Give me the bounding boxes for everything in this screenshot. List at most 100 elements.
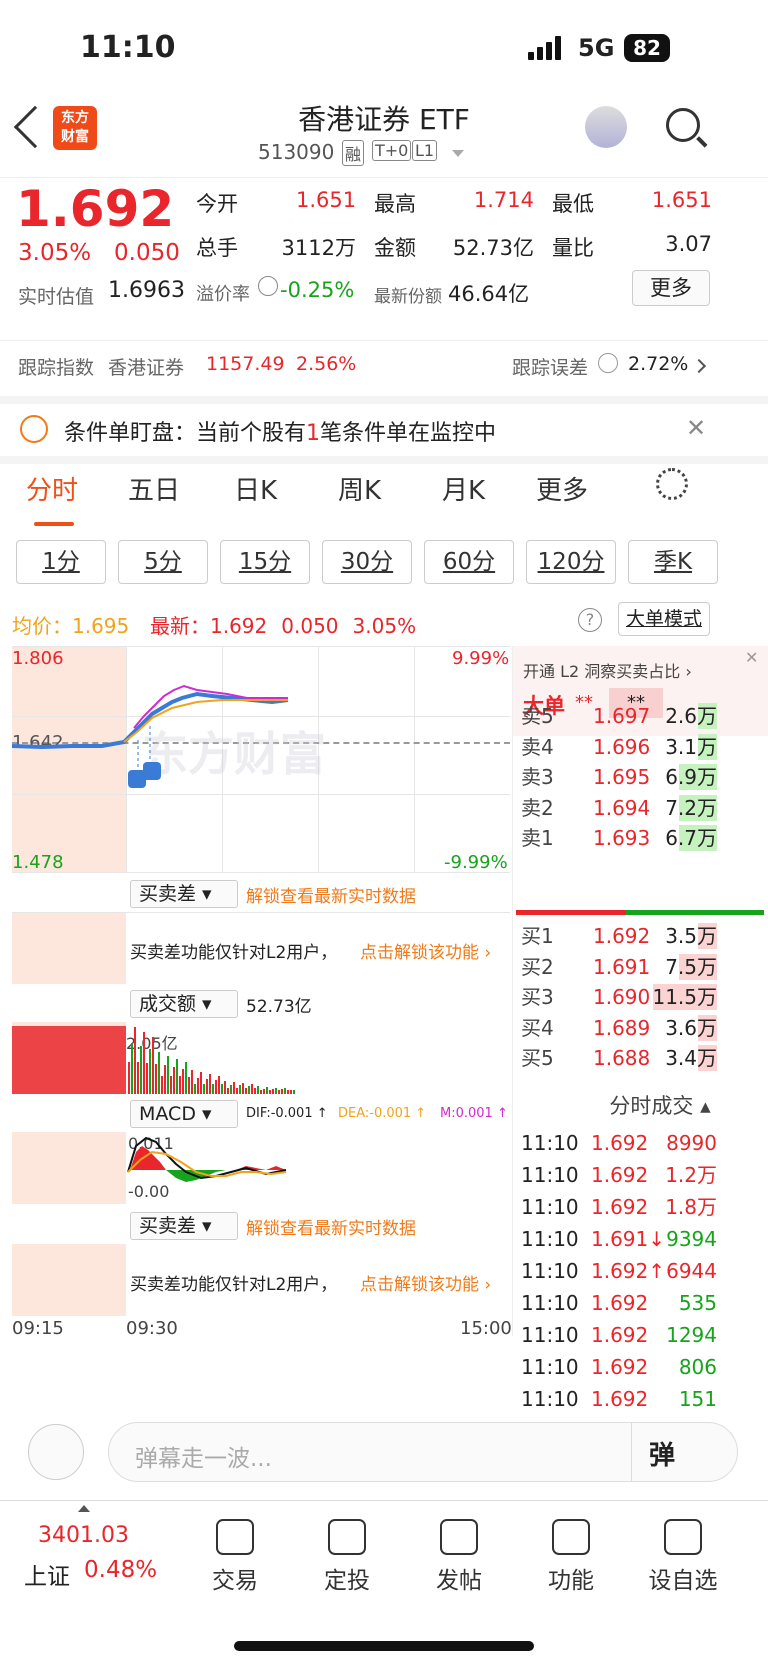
volume-bar <box>179 1076 181 1094</box>
volume-bar <box>167 1056 169 1094</box>
tick-row: 11:10 1.692 806 <box>521 1350 765 1384</box>
danmaku-settings-icon[interactable] <box>28 1424 84 1480</box>
period-4[interactable]: 60分 <box>424 540 514 584</box>
tab-1[interactable]: 五日 <box>128 470 180 507</box>
tab-2[interactable]: 日K <box>234 470 277 507</box>
nav-4[interactable]: 设自选 <box>638 1519 728 1595</box>
close-icon[interactable]: ✕ <box>745 648 758 667</box>
bids-row[interactable]: 买1 1.692 3.5万 <box>521 920 765 952</box>
tick-price: 1.692 <box>591 1163 649 1187</box>
share-value: 46.64亿 <box>448 282 530 306</box>
volume-bar <box>263 1089 265 1094</box>
auction-shade <box>12 1244 126 1316</box>
nav-label: 交易 <box>212 1568 258 1594</box>
nav-1[interactable]: 定投 <box>302 1519 392 1595</box>
amount-label: 金额 <box>374 236 416 260</box>
unlock-link[interactable]: 解锁查看最新实时数据 <box>246 882 416 907</box>
asks-row[interactable]: 卖4 1.696 3.1万 <box>521 731 765 763</box>
last-pct: 3.05% <box>352 614 417 638</box>
close-icon[interactable]: ✕ <box>686 414 706 442</box>
level-price: 1.689 <box>593 1015 651 1040</box>
buy-sell-ratio-green <box>626 910 764 915</box>
tick-time: 11:10 <box>521 1163 579 1187</box>
track-index-name[interactable]: 香港证券 <box>108 353 184 380</box>
l2-promo-text: 开通 L2 洞察买卖占比 › <box>523 662 692 681</box>
tick-volume: 1.2万 <box>665 1163 717 1187</box>
search-icon[interactable] <box>666 108 700 142</box>
high-label: 最高 <box>374 192 416 216</box>
nav-3[interactable]: 功能 <box>526 1519 616 1595</box>
tab-3[interactable]: 周K <box>338 470 381 507</box>
indicator-select-amount[interactable]: 成交额 ▾ <box>130 990 238 1018</box>
danmaku-input[interactable]: 弹幕走一波... 弹 <box>108 1422 738 1482</box>
gear-icon[interactable] <box>656 468 688 500</box>
help-icon[interactable]: ? <box>578 608 602 632</box>
macd-m: M:0.001 ↑ <box>440 1106 508 1121</box>
nav-0[interactable]: 交易 <box>190 1519 280 1595</box>
asks-row[interactable]: 卖1 1.693 6.7万 <box>521 822 765 854</box>
big-order-mode-button[interactable]: 大单模式 <box>618 602 710 636</box>
level-price: 1.697 <box>593 704 651 728</box>
bids-row[interactable]: 买2 1.691 7.5万 <box>521 951 765 983</box>
l2-unlock-link-2[interactable]: 点击解锁该功能 › <box>360 1270 491 1295</box>
volume-bar <box>236 1088 238 1094</box>
robot-assistant-icon[interactable] <box>585 106 627 148</box>
volume-bar <box>212 1084 214 1094</box>
level-volume: 3.1万 <box>665 734 717 759</box>
index-value[interactable]: 3401.03 <box>38 1523 129 1548</box>
more-button[interactable]: 更多 <box>632 270 710 306</box>
chevron-up-icon[interactable] <box>78 1505 90 1512</box>
tab-0[interactable]: 分时 <box>26 470 78 507</box>
danmaku-placeholder: 弹幕走一波... <box>135 1446 272 1472</box>
tab-4[interactable]: 月K <box>442 470 485 507</box>
volume-bar <box>230 1085 232 1094</box>
nav-icon-1 <box>328 1519 366 1555</box>
l2-unlock-link[interactable]: 点击解锁该功能 › <box>360 938 491 963</box>
danmaku-toggle-button[interactable]: 弹 <box>649 1435 675 1472</box>
bids-row[interactable]: 买5 1.688 3.4万 <box>521 1042 765 1074</box>
period-0[interactable]: 1分 <box>16 540 106 584</box>
trade-marker-s-icon[interactable] <box>143 762 161 780</box>
period-3[interactable]: 30分 <box>322 540 412 584</box>
nav-icon-4 <box>664 1519 702 1555</box>
volume-bar <box>164 1065 166 1094</box>
intraday-chart[interactable]: 1.806 1.642 1.478 9.99% -9.99% 东方财富 买卖差 … <box>12 646 512 1339</box>
tick-price: 1.692↑ <box>591 1259 666 1283</box>
indicator-select-spread[interactable]: 买卖差 ▾ <box>130 880 238 908</box>
chevron-right-icon[interactable] <box>691 358 707 374</box>
bids-row[interactable]: 买3 1.690 11.5万 <box>521 981 765 1013</box>
volume-bar <box>245 1088 247 1094</box>
bids-row[interactable]: 买4 1.689 3.6万 <box>521 1012 765 1044</box>
volume-bar <box>137 1062 139 1094</box>
stock-code: 513090 <box>258 140 335 164</box>
asks-row[interactable]: 卖2 1.694 7.2万 <box>521 792 765 824</box>
condition-order-banner[interactable]: 条件单盯盘：当前个股有1笔条件单在监控中 ✕ <box>0 396 768 464</box>
tick-price: 1.692 <box>591 1355 649 1379</box>
low-label: 最低 <box>552 192 594 216</box>
indicator-select-spread-2[interactable]: 买卖差 ▾ <box>130 1212 238 1240</box>
chevron-down-icon[interactable] <box>452 150 464 157</box>
macd-dif: DIF:-0.001 ↑ <box>246 1106 328 1121</box>
index-pct[interactable]: 0.48% <box>84 1557 157 1583</box>
unlock-link-2[interactable]: 解锁查看最新实时数据 <box>246 1214 416 1239</box>
level-label: 卖3 <box>521 765 554 789</box>
period-2[interactable]: 15分 <box>220 540 310 584</box>
ticks-title[interactable]: 分时成交 ▴ <box>555 1090 765 1120</box>
nav-2[interactable]: 发帖 <box>414 1519 504 1595</box>
asks-row[interactable]: 卖5 1.697 2.6万 <box>521 700 765 732</box>
index-name[interactable]: 上证 <box>24 1557 70 1591</box>
period-1[interactable]: 5分 <box>118 540 208 584</box>
volume-bar <box>242 1083 244 1094</box>
share-label: 最新份额 <box>374 287 442 307</box>
period-5[interactable]: 120分 <box>526 540 616 584</box>
info-icon[interactable] <box>258 276 278 296</box>
chart-tabs: 分时 五日 日K 周K 月K 更多 <box>0 468 768 536</box>
auction-shade <box>12 912 126 984</box>
volume-bar <box>275 1088 277 1094</box>
asks-row[interactable]: 卖3 1.695 6.9万 <box>521 761 765 793</box>
period-6[interactable]: 季K <box>628 540 718 584</box>
indicator-select-macd[interactable]: MACD ▾ <box>130 1100 238 1128</box>
help-icon[interactable] <box>598 353 618 373</box>
volume-bar <box>272 1089 274 1094</box>
tab-5[interactable]: 更多 <box>536 470 588 507</box>
